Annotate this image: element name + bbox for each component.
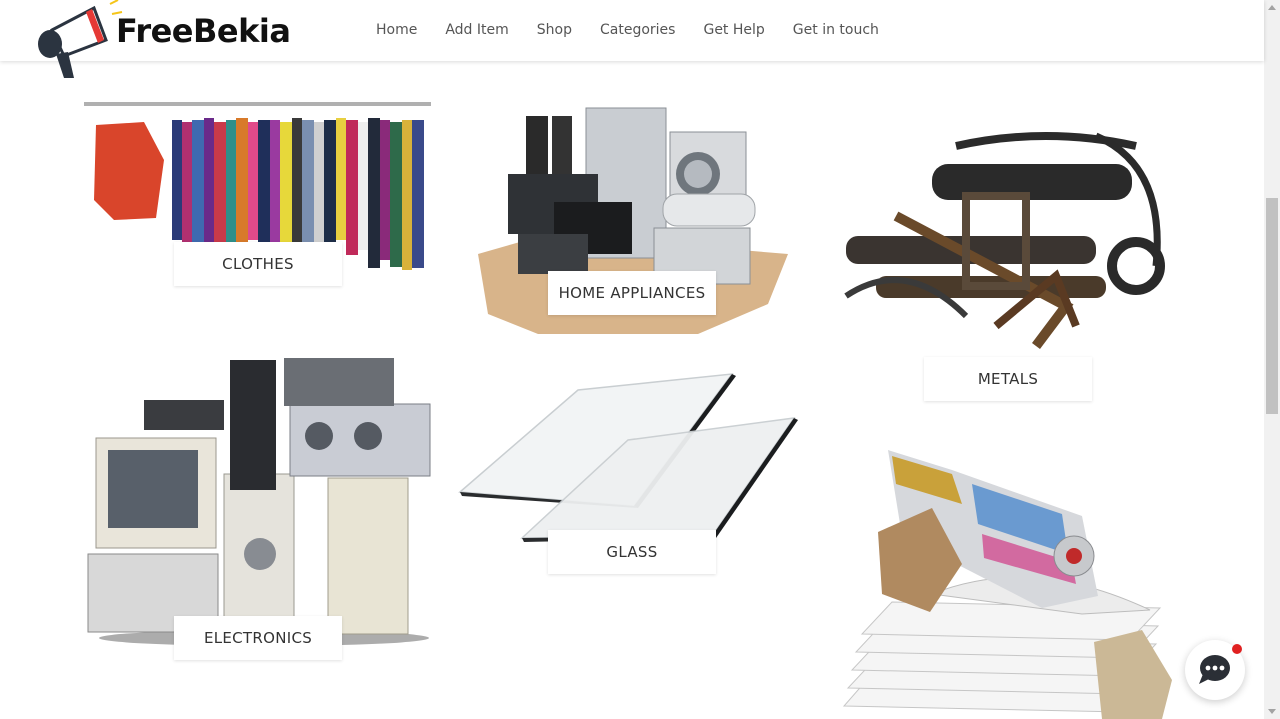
scroll-down-arrow-icon[interactable] bbox=[1268, 709, 1276, 714]
category-label-glass[interactable]: GLASS bbox=[548, 530, 716, 574]
brand-name: FreeBekia bbox=[116, 12, 291, 50]
nav-home[interactable]: Home bbox=[376, 20, 417, 40]
category-label-clothes[interactable]: CLOTHES bbox=[174, 242, 342, 286]
nav-get-in-touch[interactable]: Get in touch bbox=[793, 20, 879, 40]
nav-shop[interactable]: Shop bbox=[537, 20, 572, 40]
nav-get-help[interactable]: Get Help bbox=[703, 20, 764, 40]
site-logo[interactable]: FreeBekia bbox=[34, 0, 291, 80]
main-nav: Home Add Item Shop Categories Get Help G… bbox=[376, 20, 907, 40]
paper-image[interactable] bbox=[832, 444, 1178, 719]
nav-add-item[interactable]: Add Item bbox=[445, 20, 508, 40]
category-label-home-appliances[interactable]: HOME APPLIANCES bbox=[548, 271, 716, 315]
metals-image[interactable] bbox=[836, 126, 1178, 358]
megaphone-icon bbox=[38, 0, 123, 78]
page-scrollbar[interactable] bbox=[1264, 0, 1280, 719]
scroll-up-arrow-icon[interactable] bbox=[1268, 5, 1276, 10]
nav-categories[interactable]: Categories bbox=[600, 20, 675, 40]
glass-image[interactable] bbox=[458, 370, 798, 548]
scrollbar-thumb[interactable] bbox=[1266, 198, 1278, 414]
chat-notification-badge bbox=[1232, 644, 1242, 654]
site-header: FreeBekia Home Add Item Shop Categories … bbox=[0, 0, 1264, 78]
category-label-electronics[interactable]: ELECTRONICS bbox=[174, 616, 342, 660]
electronics-image[interactable] bbox=[84, 354, 432, 646]
category-label-metals[interactable]: METALS bbox=[924, 357, 1092, 401]
